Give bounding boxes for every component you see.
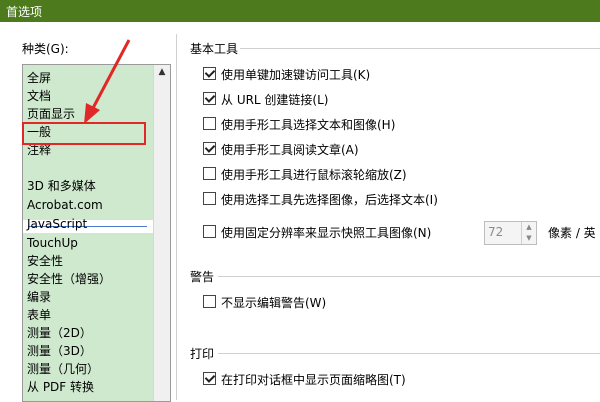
category-item-touchup[interactable]: TouchUp [27, 234, 78, 252]
category-item-measuring-geo[interactable]: 测量（几何） [27, 360, 99, 378]
option-hand-read-articles[interactable]: 使用手形工具阅读文章(A) [203, 141, 359, 159]
category-item-measuring-2d[interactable]: 测量（2D） [27, 324, 92, 342]
list-scrollbar[interactable]: ▲ [153, 65, 170, 401]
checkbox[interactable] [203, 167, 216, 180]
category-item-catalog[interactable]: 编录 [27, 288, 51, 306]
resolution-unit: 像素 / 英 [548, 226, 596, 240]
title-bar: 首选项 [0, 0, 600, 22]
spin-buttons[interactable]: ▲ ▼ [521, 222, 536, 244]
checkbox[interactable] [203, 372, 216, 385]
option-fixed-resolution-snapshot[interactable]: 使用固定分辨率来显示快照工具图像(N) [203, 224, 431, 242]
category-item-security[interactable]: 安全性 [27, 252, 63, 270]
basic-tools-rule [240, 48, 600, 49]
option-hand-select-text-images[interactable]: 使用手形工具选择文本和图像(H) [203, 116, 395, 134]
category-item-forms[interactable]: 表单 [27, 306, 51, 324]
checkbox[interactable] [203, 92, 216, 105]
option-select-images-before-text[interactable]: 使用选择工具先选择图像，后选择文本(I) [203, 191, 438, 209]
checkbox[interactable] [203, 192, 216, 205]
option-hand-wheel-zoom[interactable]: 使用手形工具进行鼠标滚轮缩放(Z) [203, 166, 407, 184]
option-no-edit-warnings[interactable]: 不显示编辑警告(W) [203, 294, 326, 312]
spin-up-icon[interactable]: ▲ [522, 222, 536, 233]
category-item-security-enhanced[interactable]: 安全性（增强） [27, 270, 111, 288]
print-title: 打印 [190, 347, 215, 361]
option-create-links-from-urls[interactable]: 从 URL 创建链接(L) [203, 91, 329, 109]
category-label: 种类(G): [22, 42, 69, 56]
panel-divider [176, 34, 177, 400]
checkbox[interactable] [203, 142, 216, 155]
category-item-fullscreen[interactable]: 全屏 [27, 69, 51, 87]
category-list[interactable]: 全屏 文档 页面显示 一般 注释 3D 和多媒体 Acrobat.com Jav… [22, 64, 171, 402]
basic-tools-title: 基本工具 [190, 42, 239, 56]
checkbox[interactable] [203, 67, 216, 80]
window-title: 首选项 [6, 5, 43, 19]
checkbox[interactable] [203, 117, 216, 130]
category-item-acrobat-com[interactable]: Acrobat.com [27, 196, 103, 214]
warnings-title: 警告 [190, 270, 215, 284]
category-item-convert-from-pdf[interactable]: 从 PDF 转换 [27, 378, 94, 396]
category-item-page-display[interactable]: 页面显示 [27, 105, 75, 123]
highlight-box [22, 122, 146, 145]
option-single-key-accelerators[interactable]: 使用单键加速键访问工具(K) [203, 66, 370, 84]
category-item-documents[interactable]: 文档 [27, 87, 51, 105]
checkbox[interactable] [203, 295, 216, 308]
warnings-rule [218, 276, 600, 277]
print-rule [218, 353, 600, 354]
scroll-up-icon[interactable]: ▲ [154, 67, 170, 81]
option-show-page-thumbnails[interactable]: 在打印对话框中显示页面缩略图(T) [203, 371, 406, 389]
checkbox[interactable] [203, 225, 216, 238]
spin-down-icon[interactable]: ▼ [522, 233, 536, 244]
resolution-value[interactable]: 72 [488, 225, 503, 239]
category-item-javascript[interactable]: JavaScript [27, 215, 87, 233]
category-item-3d-multimedia[interactable]: 3D 和多媒体 [27, 177, 96, 195]
resolution-spinbox[interactable]: 72 ▲ ▼ [484, 221, 537, 245]
category-item-measuring-3d[interactable]: 测量（3D） [27, 342, 92, 360]
